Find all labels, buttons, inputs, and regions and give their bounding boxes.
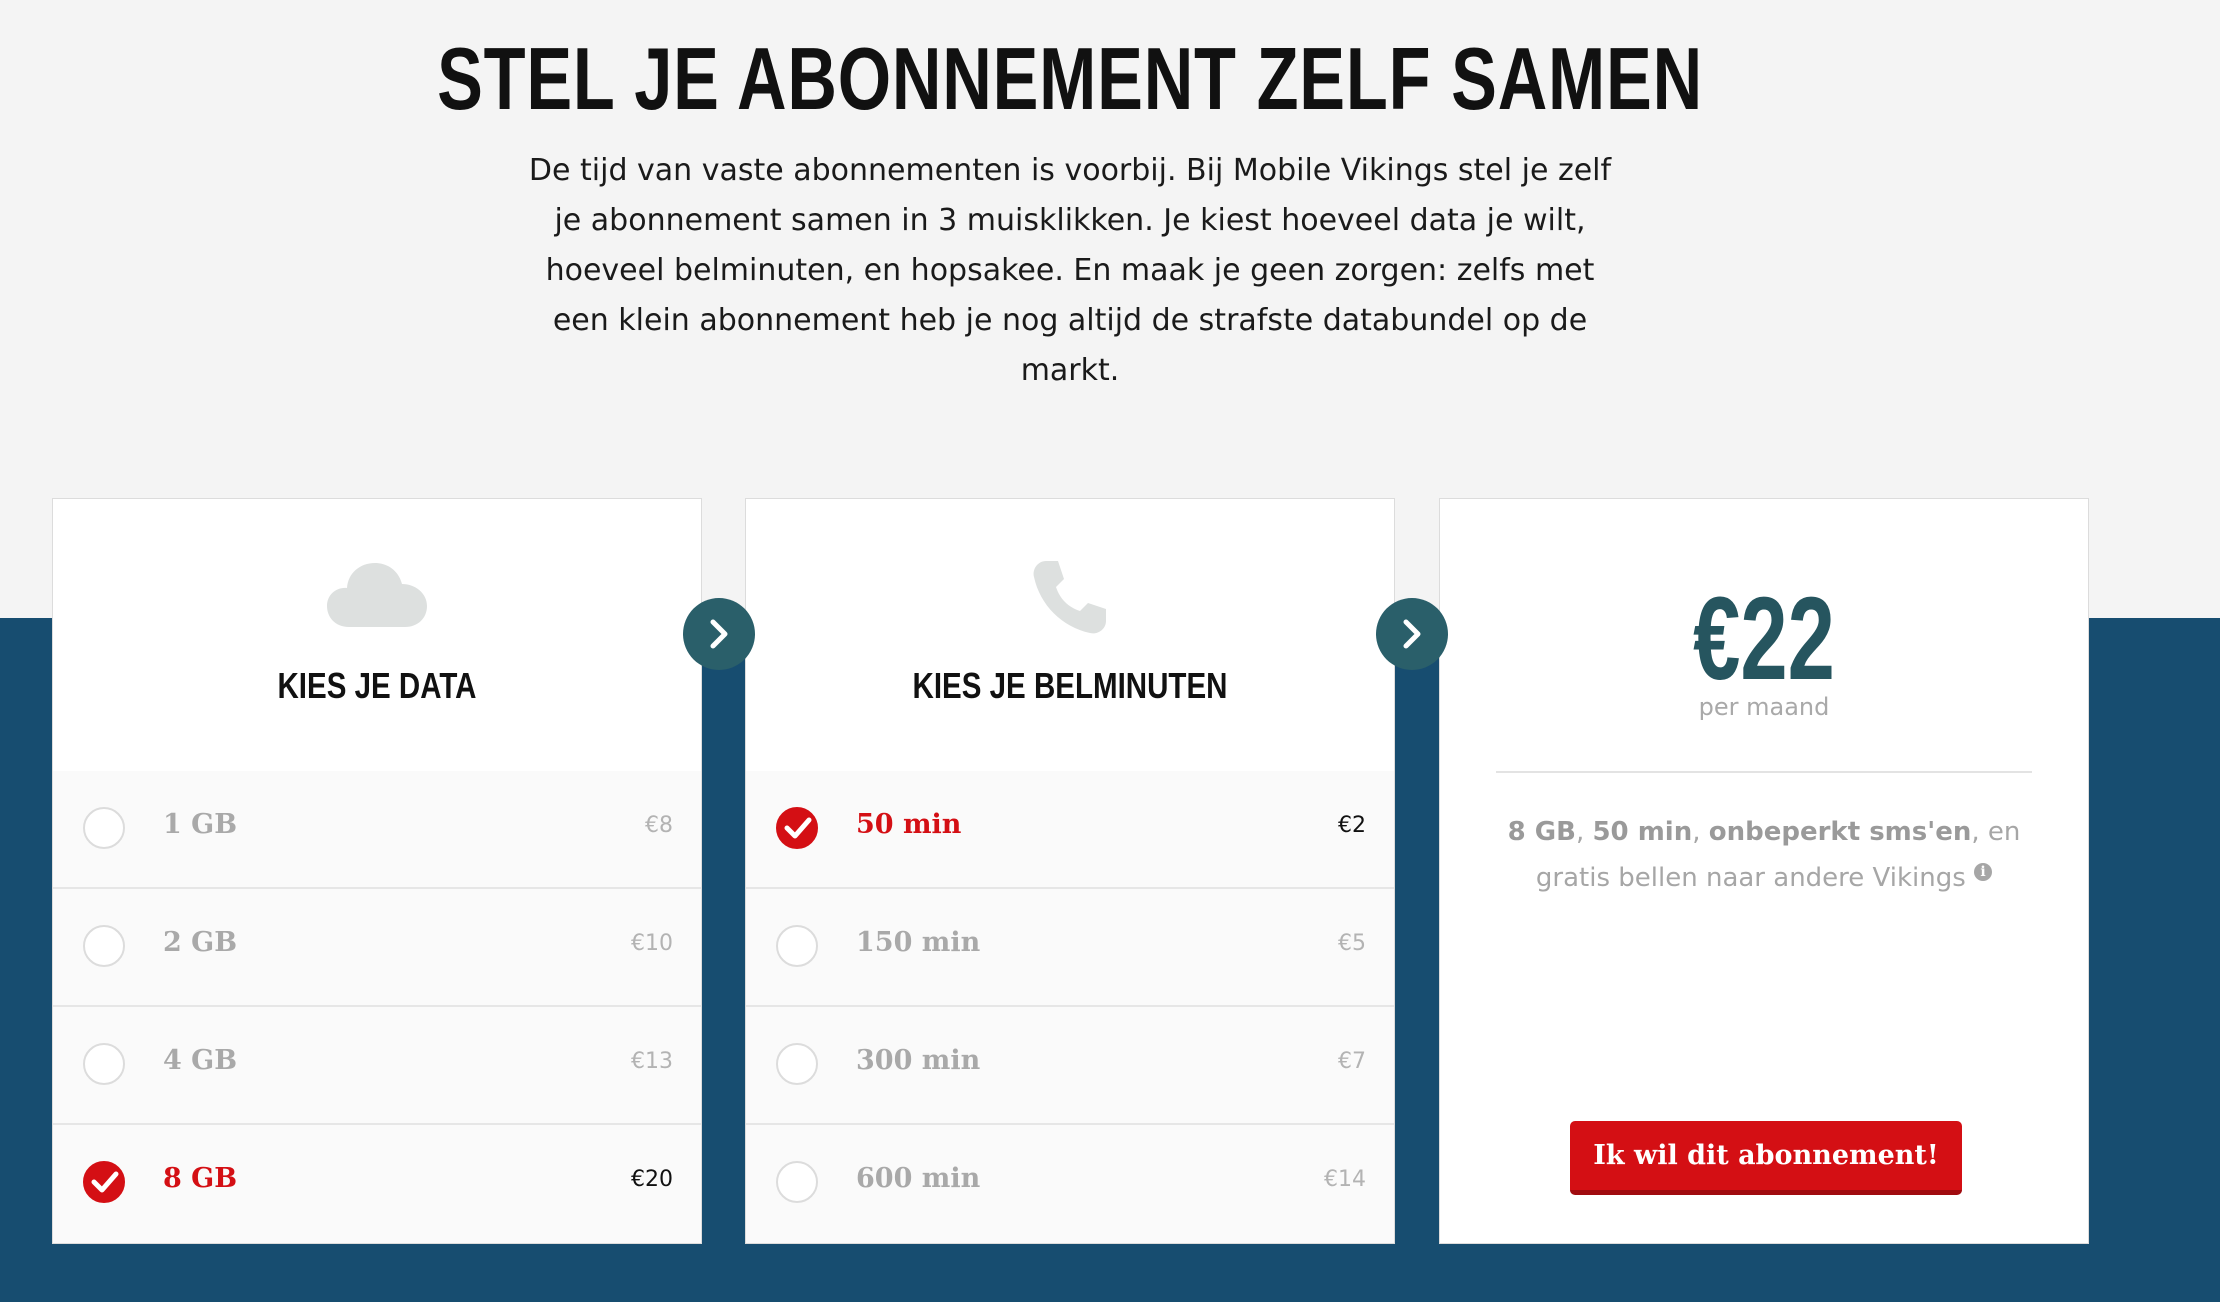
data-card-title: KIES JE DATA <box>277 665 477 706</box>
info-icon[interactable]: i <box>1974 863 1993 882</box>
option-label: 4 GB <box>163 1045 238 1076</box>
option-price: €10 <box>631 931 673 956</box>
radio-button[interactable] <box>776 925 818 967</box>
data-option-2gb[interactable]: 2 GB €10 <box>53 889 701 1007</box>
price-period: per maand <box>1698 693 1830 721</box>
summary-card: €22 per maand 8 GB, 50 min, onbeperkt sm… <box>1439 498 2089 1244</box>
divider <box>1496 771 2032 773</box>
option-price: €7 <box>1338 1049 1366 1074</box>
summary-separator: , <box>1575 817 1593 847</box>
option-price: €13 <box>631 1049 673 1074</box>
option-label: 300 min <box>856 1045 981 1076</box>
option-price: €2 <box>1338 813 1366 838</box>
data-options-list: 1 GB €8 2 GB €10 4 GB €13 8 GB €20 <box>53 771 701 1243</box>
phone-icon <box>1032 559 1108 639</box>
minutes-card-header: KIES JE BELMINUTEN <box>746 499 1394 773</box>
radio-button-checked[interactable] <box>776 807 818 849</box>
radio-button[interactable] <box>83 1043 125 1085</box>
total-price: €22 <box>1693 573 1835 705</box>
option-label: 600 min <box>856 1163 981 1194</box>
option-label: 150 min <box>856 927 981 958</box>
data-card: KIES JE DATA 1 GB €8 2 GB €10 4 GB €13 8… <box>52 498 702 1244</box>
option-label: 50 min <box>856 809 962 840</box>
option-price: €5 <box>1338 931 1366 956</box>
chevron-right-icon <box>1403 619 1421 649</box>
summary-minutes: 50 min <box>1592 817 1693 847</box>
data-option-1gb[interactable]: 1 GB €8 <box>53 771 701 889</box>
radio-button[interactable] <box>83 925 125 967</box>
option-label: 1 GB <box>163 809 238 840</box>
minutes-option-300[interactable]: 300 min €7 <box>746 1007 1394 1125</box>
summary-sms: onbeperkt sms'en <box>1708 817 1972 847</box>
minutes-options-list: 50 min €2 150 min €5 300 min €7 600 min … <box>746 771 1394 1243</box>
data-option-8gb[interactable]: 8 GB €20 <box>53 1125 701 1243</box>
next-step-arrow <box>1376 598 1448 670</box>
data-card-header: KIES JE DATA <box>53 499 701 773</box>
summary-data: 8 GB <box>1507 817 1576 847</box>
plan-summary: 8 GB, 50 min, onbeperkt sms'en, en grati… <box>1490 809 2038 901</box>
option-price: €8 <box>645 813 673 838</box>
cloud-icon <box>327 557 427 633</box>
minutes-card: KIES JE BELMINUTEN 50 min €2 150 min €5 … <box>745 498 1395 1244</box>
option-price: €14 <box>1324 1167 1366 1192</box>
minutes-option-600[interactable]: 600 min €14 <box>746 1125 1394 1243</box>
minutes-option-50[interactable]: 50 min €2 <box>746 771 1394 889</box>
intro-text: De tijd van vaste abonnementen is voorbi… <box>528 153 1612 388</box>
minutes-card-title: KIES JE BELMINUTEN <box>912 665 1228 706</box>
radio-button[interactable] <box>83 807 125 849</box>
option-label: 2 GB <box>163 927 238 958</box>
page-title: STEL JE ABONNEMENT ZELF SAMEN <box>437 29 1703 128</box>
option-label: 8 GB <box>163 1163 238 1194</box>
data-option-4gb[interactable]: 4 GB €13 <box>53 1007 701 1125</box>
minutes-option-150[interactable]: 150 min €5 <box>746 889 1394 1007</box>
radio-button-checked[interactable] <box>83 1161 125 1203</box>
summary-separator: , <box>1692 817 1709 847</box>
check-icon <box>91 1171 119 1193</box>
subscribe-button[interactable]: Ik wil dit abonnement! <box>1570 1121 1962 1195</box>
radio-button[interactable] <box>776 1161 818 1203</box>
chevron-right-icon <box>710 619 728 649</box>
radio-button[interactable] <box>776 1043 818 1085</box>
check-icon <box>784 817 812 839</box>
next-step-arrow <box>683 598 755 670</box>
option-price: €20 <box>631 1167 673 1192</box>
